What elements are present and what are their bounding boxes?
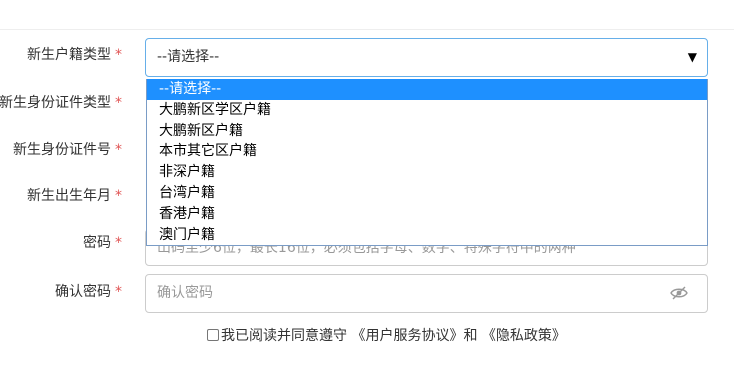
agreement-checkbox[interactable]	[207, 329, 219, 341]
top-divider	[0, 29, 734, 30]
label-text: 新生出生年月	[27, 188, 111, 204]
label-text: 新生户籍类型	[27, 47, 111, 63]
required-mark: *	[115, 235, 122, 251]
option-dapeng[interactable]: 大鹏新区户籍	[147, 121, 707, 142]
required-mark: *	[115, 188, 122, 204]
label-password: 密码 *	[83, 233, 122, 253]
label-text: 确认密码	[55, 284, 111, 300]
required-mark: *	[115, 284, 122, 300]
agreement-text: 我已阅读并同意遵守	[221, 328, 347, 344]
caret-down-icon: ▼	[687, 50, 697, 64]
option-taiwan[interactable]: 台湾户籍	[147, 183, 707, 204]
label-text: 新生身份证件类型	[0, 95, 111, 111]
label-id-number: 新生身份证件号 *	[13, 140, 122, 160]
hukou-type-options[interactable]: --请选择-- 大鹏新区学区户籍 大鹏新区户籍 本市其它区户籍 非深户籍 台湾户…	[146, 79, 708, 246]
option-dapeng-school-district[interactable]: 大鹏新区学区户籍	[147, 100, 707, 121]
required-mark: *	[115, 47, 122, 63]
hukou-type-select[interactable]: --请选择-- ▼	[145, 38, 708, 77]
required-mark: *	[115, 142, 122, 158]
required-mark: *	[115, 95, 122, 111]
privacy-policy-link[interactable]: 《隐私政策》	[482, 328, 566, 344]
label-text: 密码	[83, 235, 111, 251]
confirm-password-placeholder: 确认密码	[157, 285, 213, 301]
eye-slash-icon[interactable]	[670, 285, 688, 301]
label-hukou-type: 新生户籍类型 *	[27, 45, 122, 65]
hukou-type-value: --请选择--	[157, 49, 220, 65]
service-agreement-link[interactable]: 《用户服务协议》	[351, 328, 463, 344]
agreement-row: 我已阅读并同意遵守 《用户服务协议》和 《隐私政策》	[207, 326, 566, 346]
option-hongkong[interactable]: 香港户籍	[147, 204, 707, 225]
option-macau[interactable]: 澳门户籍	[147, 225, 707, 245]
label-id-type: 新生身份证件类型 *	[0, 93, 122, 113]
label-birth-date: 新生出生年月 *	[27, 186, 122, 206]
confirm-password-field[interactable]: 确认密码	[145, 274, 708, 313]
label-text: 新生身份证件号	[13, 142, 111, 158]
label-confirm-password: 确认密码 *	[55, 282, 122, 302]
option-non-shenzhen[interactable]: 非深户籍	[147, 162, 707, 183]
agreement-and: 和	[463, 328, 478, 344]
option-please-select[interactable]: --请选择--	[147, 79, 707, 100]
option-other-district[interactable]: 本市其它区户籍	[147, 141, 707, 162]
